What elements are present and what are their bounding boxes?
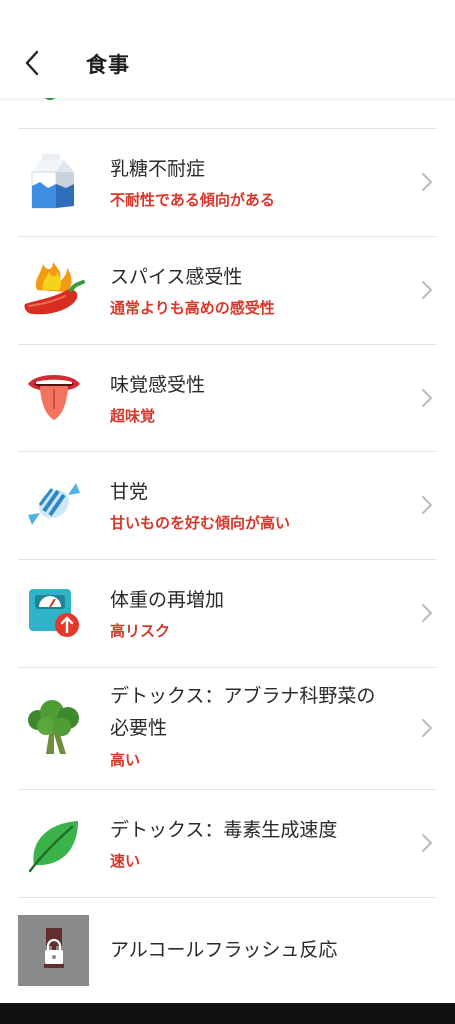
item-subtitle: 高リスク xyxy=(110,622,171,640)
list-item-taste[interactable]: 味覚感受性 超味覚 xyxy=(0,345,455,451)
chevron-right-icon xyxy=(422,496,432,514)
item-title: スパイス感受性 xyxy=(110,266,243,288)
broccoli-icon xyxy=(22,696,86,760)
item-title: デトックス：毒素生成速度 xyxy=(110,819,338,841)
candy-icon xyxy=(22,472,86,536)
milk-carton-icon xyxy=(22,149,86,213)
chevron-right-icon xyxy=(422,281,432,299)
chevron-left-icon xyxy=(25,50,39,76)
chevron-right-icon xyxy=(422,719,432,737)
chevron-right-icon xyxy=(422,389,432,407)
list-item-detox-toxin[interactable]: デトックス：毒素生成速度 速い xyxy=(0,790,455,897)
scale-icon xyxy=(22,580,86,644)
list-item-detox-vegetables[interactable]: デトックス：アブラナ科野菜の 必要性 高い xyxy=(0,668,455,789)
list-item-sweet[interactable]: 甘党 甘いものを好む傾向が高い xyxy=(0,452,455,559)
item-subtitle: 高い xyxy=(110,751,141,769)
item-subtitle: 甘いものを好む傾向が高い xyxy=(110,514,291,532)
chevron-right-icon xyxy=(422,173,432,191)
page-title: 食事 xyxy=(86,53,130,77)
list-item-weight[interactable]: 体重の再増加 高リスク xyxy=(0,560,455,667)
item-subtitle: 超味覚 xyxy=(110,407,156,425)
item-title: 甘党 xyxy=(110,481,149,503)
tongue-icon xyxy=(22,365,86,429)
back-button[interactable] xyxy=(16,46,50,80)
item-subtitle: 速い xyxy=(110,852,141,870)
item-title: アルコールフラッシュ反応 xyxy=(110,939,338,961)
chili-pepper-fire-icon xyxy=(22,257,86,321)
item-subtitle: 通常よりも高めの感受性 xyxy=(110,299,275,317)
item-title-line-2: 必要性 xyxy=(110,717,168,739)
item-title: 乳糖不耐症 xyxy=(110,158,206,180)
item-title: 味覚感受性 xyxy=(110,374,206,396)
chevron-right-icon xyxy=(422,834,432,852)
app-header: 食事 xyxy=(0,0,455,98)
system-navigation-bar xyxy=(0,1003,455,1024)
list-item-lactose[interactable]: 乳糖不耐症 不耐性である傾向がある xyxy=(0,129,455,236)
item-subtitle: 不耐性である傾向がある xyxy=(110,191,275,209)
chevron-right-icon xyxy=(422,604,432,622)
leaf-icon xyxy=(22,812,86,876)
locked-wine-icon xyxy=(18,915,89,986)
item-title-line-1: デトックス：アブラナ科野菜の xyxy=(110,685,376,707)
item-title: 体重の再増加 xyxy=(110,589,225,611)
list-item-spice[interactable]: スパイス感受性 通常よりも高めの感受性 xyxy=(0,237,455,344)
